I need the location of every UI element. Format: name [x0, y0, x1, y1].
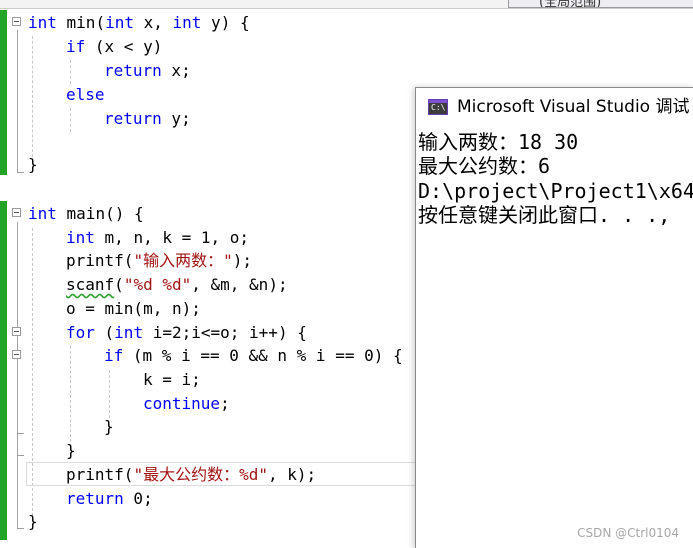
code-token: (x < y) [85, 37, 163, 56]
keyword-token: int [105, 13, 134, 32]
console-output-line: 最大公约数：6 [418, 154, 551, 178]
code-token: printf( [66, 465, 134, 484]
code-token: min( [56, 13, 106, 32]
outline-line [17, 222, 18, 528]
keyword-token: int [114, 323, 144, 342]
indent-guide [109, 370, 110, 418]
fold-toggle-icon[interactable] [12, 17, 21, 26]
code-token: ( [94, 323, 115, 342]
code-token: } [28, 512, 38, 531]
code-line[interactable]: printf("输入两数："); [66, 249, 252, 273]
code-line[interactable]: } [28, 510, 38, 534]
code-token: y) { [201, 13, 250, 32]
code-line[interactable]: } [104, 415, 114, 439]
code-line[interactable]: return x; [104, 59, 191, 83]
code-token: 0; [123, 489, 153, 508]
indent-guide [70, 60, 71, 84]
code-token: ( [114, 275, 124, 294]
keyword-token: int [66, 228, 95, 247]
code-token: m, n, k = 1, o; [94, 228, 250, 247]
fold-toggle-icon[interactable] [12, 327, 21, 336]
code-token: printf( [66, 251, 134, 270]
console-output-line: 按任意键关闭此窗口. . ., [418, 203, 671, 227]
code-token: , k); [267, 465, 317, 484]
code-line[interactable]: o = min(m, n); [66, 297, 201, 321]
outline-end [17, 528, 24, 529]
code-token: , &m, &n); [191, 275, 288, 294]
change-bar [0, 10, 7, 175]
outline-end [17, 172, 24, 173]
code-line[interactable]: return 0; [66, 487, 153, 511]
scope-dropdown[interactable]: (全局范围) [508, 0, 693, 8]
console-app-icon: C:\ [428, 99, 448, 115]
console-output-line: D:\project\Project1\x64 [418, 179, 693, 203]
fold-toggle-icon[interactable] [12, 350, 21, 359]
code-line[interactable]: if (x < y) [66, 35, 162, 59]
code-line[interactable]: k = i; [143, 368, 201, 392]
keyword-token: int [28, 13, 57, 32]
indent-guide [70, 346, 71, 442]
string-token: "最大公约数：%d" [133, 465, 268, 484]
code-line[interactable]: for (int i=2;i<=o; i++) { [66, 321, 307, 345]
code-token: (m % i == 0 && n % i == 0) { [123, 346, 403, 365]
code-line[interactable]: int main() { [28, 202, 144, 226]
code-line[interactable]: return y; [104, 107, 191, 131]
code-token: } [104, 417, 114, 436]
code-token: i=2;i<=o; i++) { [143, 323, 307, 342]
code-line[interactable]: int min(int x, int y) { [28, 11, 250, 35]
keyword-token: if [66, 37, 86, 56]
scope-dropdown-label: (全局范围) [539, 0, 602, 8]
outline-end [17, 455, 24, 456]
code-line[interactable]: continue; [143, 392, 230, 416]
code-line[interactable]: if (m % i == 0 && n % i == 0) { [104, 344, 403, 368]
vs-window: (全局范围) int min(int x, int y) {if (x < y)… [0, 0, 693, 548]
console-titlebar[interactable]: C:\ Microsoft Visual Studio 调试 [416, 88, 693, 124]
code-token: o = min(m, n); [66, 299, 201, 318]
outline-line [17, 30, 18, 172]
code-token: y; [161, 109, 191, 128]
debug-console-window[interactable]: C:\ Microsoft Visual Studio 调试 输入两数：18 3… [415, 87, 693, 548]
keyword-token: int [28, 204, 57, 223]
indent-guide [32, 36, 33, 162]
console-title: Microsoft Visual Studio 调试 [457, 97, 690, 117]
keyword-token: return [104, 109, 162, 128]
indent-guide [70, 108, 71, 132]
code-line[interactable]: else [66, 83, 105, 107]
code-line[interactable]: int m, n, k = 1, o; [66, 226, 249, 250]
keyword-token: return [104, 61, 162, 80]
outline-end [17, 433, 24, 434]
console-output-line: 输入两数：18 30 [418, 130, 579, 154]
watermark: CSDN @Ctrl0104 [577, 526, 679, 540]
code-token: x, [133, 13, 173, 32]
keyword-token: if [104, 346, 124, 365]
code-line[interactable]: } [66, 439, 76, 463]
code-token: } [28, 155, 38, 174]
code-line[interactable]: } [28, 153, 38, 177]
code-token: ); [232, 251, 252, 270]
string-token: "%d %d" [123, 275, 192, 294]
code-token: k = i; [143, 370, 201, 389]
code-line[interactable]: scanf("%d %d", &m, &n); [66, 273, 288, 297]
fold-toggle-icon[interactable] [12, 208, 21, 217]
code-line[interactable]: printf("最大公约数：%d", k); [66, 463, 316, 487]
code-token: x; [161, 61, 191, 80]
string-token: "输入两数：" [133, 251, 233, 270]
keyword-token: continue [143, 394, 221, 413]
keyword-token: return [66, 489, 124, 508]
code-token: ; [220, 394, 230, 413]
change-bar [0, 201, 7, 540]
code-token: main() { [56, 204, 144, 223]
code-token: scanf [66, 275, 115, 294]
keyword-token: else [66, 85, 105, 104]
code-token: } [66, 441, 76, 460]
keyword-token: int [172, 13, 202, 32]
keyword-token: for [66, 323, 95, 342]
